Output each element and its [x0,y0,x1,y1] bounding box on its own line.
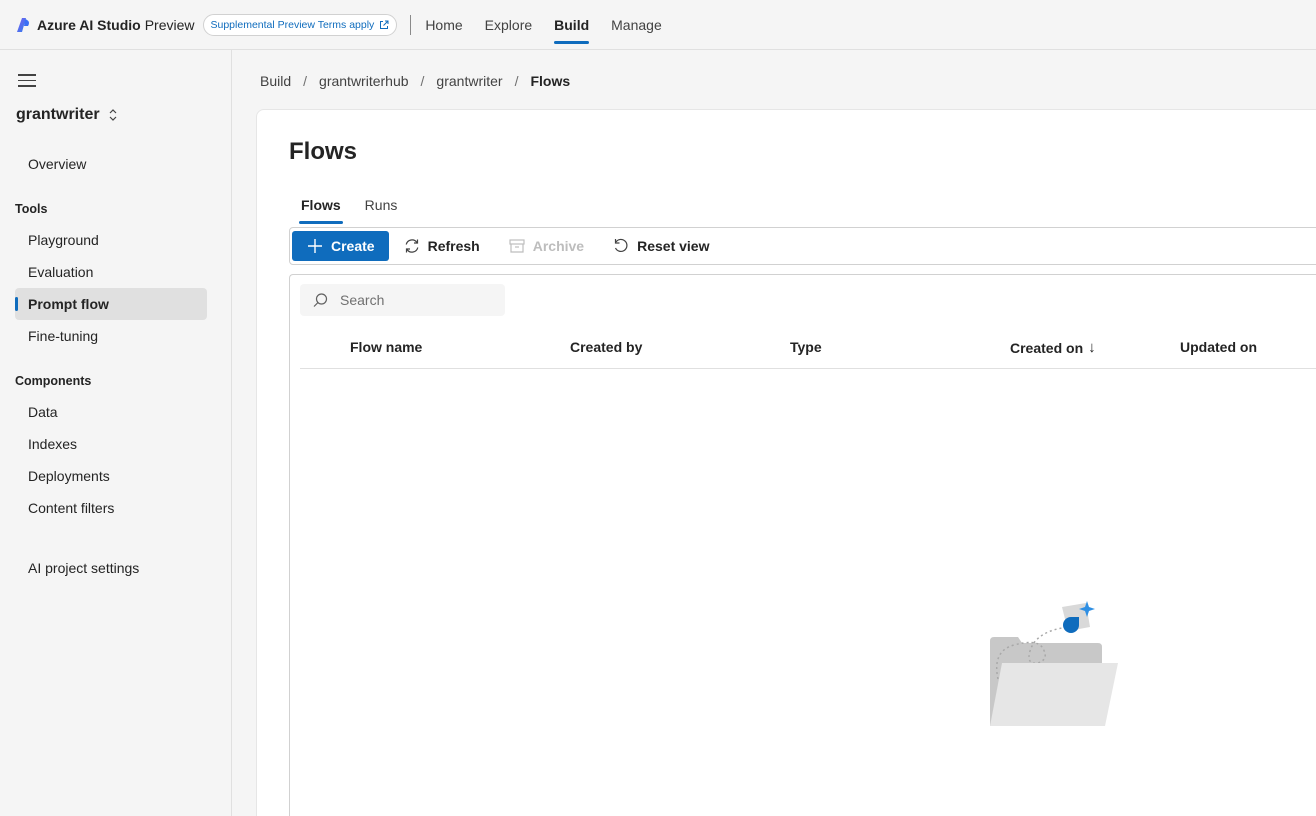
create-button-label: Create [331,238,375,254]
search-input[interactable] [340,292,490,308]
page-title: Flows [289,138,358,165]
sidebar-item-evaluation[interactable]: Evaluation [15,256,207,288]
plus-icon [308,239,322,253]
sort-descending-icon: ↓ [1088,339,1096,356]
sidebar-item-content-filters[interactable]: Content filters [15,492,207,524]
sidebar-section-components: Components [15,374,92,388]
column-label: Type [790,339,822,355]
archive-button[interactable]: Archive [508,231,584,261]
column-header-type[interactable]: Type [790,339,822,355]
archive-icon [509,239,525,253]
column-header-updated-on[interactable]: Updated on [1180,339,1257,355]
sidebar-section-tools: Tools [15,202,48,216]
refresh-button[interactable]: Refresh [403,231,480,261]
refresh-button-label: Refresh [427,238,480,254]
brand-suffix: Preview [144,16,195,33]
preview-terms-label: Supplemental Preview Terms apply [210,18,375,31]
project-switcher[interactable]: grantwriter [16,106,118,124]
nav-manage[interactable]: Manage [611,0,662,50]
preview-terms-link[interactable]: Supplemental Preview Terms apply [202,13,398,36]
main-panel: Flows Flows Runs Create Refresh Archive … [256,109,1316,816]
breadcrumb-project[interactable]: grantwriter [436,73,502,89]
command-bar: Create Refresh Archive Reset view [289,227,1316,265]
project-name: grantwriter [16,106,100,123]
sidebar-item-overview[interactable]: Overview [15,148,207,180]
column-header-flow-name[interactable]: Flow name [350,339,422,355]
breadcrumb-separator: / [420,73,425,89]
tab-flows[interactable]: Flows [289,194,353,224]
create-button[interactable]: Create [292,231,389,261]
external-link-icon [380,20,389,29]
chevron-up-down-icon [109,109,117,121]
azure-ai-logo-icon [17,17,29,32]
column-label: Updated on [1180,339,1257,355]
breadcrumb-hub[interactable]: grantwriterhub [319,73,409,89]
column-label: Created by [570,339,643,355]
column-label: Flow name [350,339,423,355]
sidebar: grantwriter Overview Tools Playground Ev… [0,50,232,816]
breadcrumb-separator: / [303,73,308,89]
reset-view-button-label: Reset view [637,238,710,254]
breadcrumb-separator: / [514,73,519,89]
hamburger-menu-icon[interactable] [18,74,36,88]
empty-folder-illustration-icon [990,601,1118,726]
nav-build[interactable]: Build [554,0,590,50]
top-bar: Azure AI Studio Preview Supplemental Pre… [0,0,1316,50]
breadcrumb: Build / grantwriterhub / grantwriter / F… [260,73,570,89]
flows-grid: Flow name Created by Type Created on ↓ U… [289,274,1316,816]
nav-explore[interactable]: Explore [485,0,532,50]
brand-name: Azure AI Studio [37,16,141,33]
tab-list: Flows Runs [289,194,409,224]
grid-header-row: Flow name Created by Type Created on ↓ U… [300,331,1316,369]
sidebar-item-data[interactable]: Data [15,396,207,428]
column-header-created-by[interactable]: Created by [570,339,642,355]
brand[interactable]: Azure AI Studio Preview [16,17,195,33]
reset-icon [614,238,628,252]
column-header-created-on[interactable]: Created on ↓ [1010,339,1096,356]
header-divider [410,14,412,35]
sidebar-item-fine-tuning[interactable]: Fine-tuning [15,320,207,352]
search-icon [313,292,328,307]
breadcrumb-current: Flows [530,73,571,89]
sidebar-item-ai-project-settings[interactable]: AI project settings [15,552,207,584]
sidebar-item-prompt-flow[interactable]: Prompt flow [15,288,207,320]
sidebar-item-deployments[interactable]: Deployments [15,460,207,492]
sidebar-item-playground[interactable]: Playground [15,224,207,256]
archive-button-label: Archive [532,238,585,254]
breadcrumb-build[interactable]: Build [260,73,291,89]
column-label: Created on [1010,339,1084,356]
refresh-icon [405,239,418,253]
reset-view-button[interactable]: Reset view [612,231,709,261]
tab-runs[interactable]: Runs [353,194,410,224]
sidebar-item-indexes[interactable]: Indexes [15,428,207,460]
search-box[interactable] [300,284,505,316]
nav-home[interactable]: Home [425,0,462,50]
